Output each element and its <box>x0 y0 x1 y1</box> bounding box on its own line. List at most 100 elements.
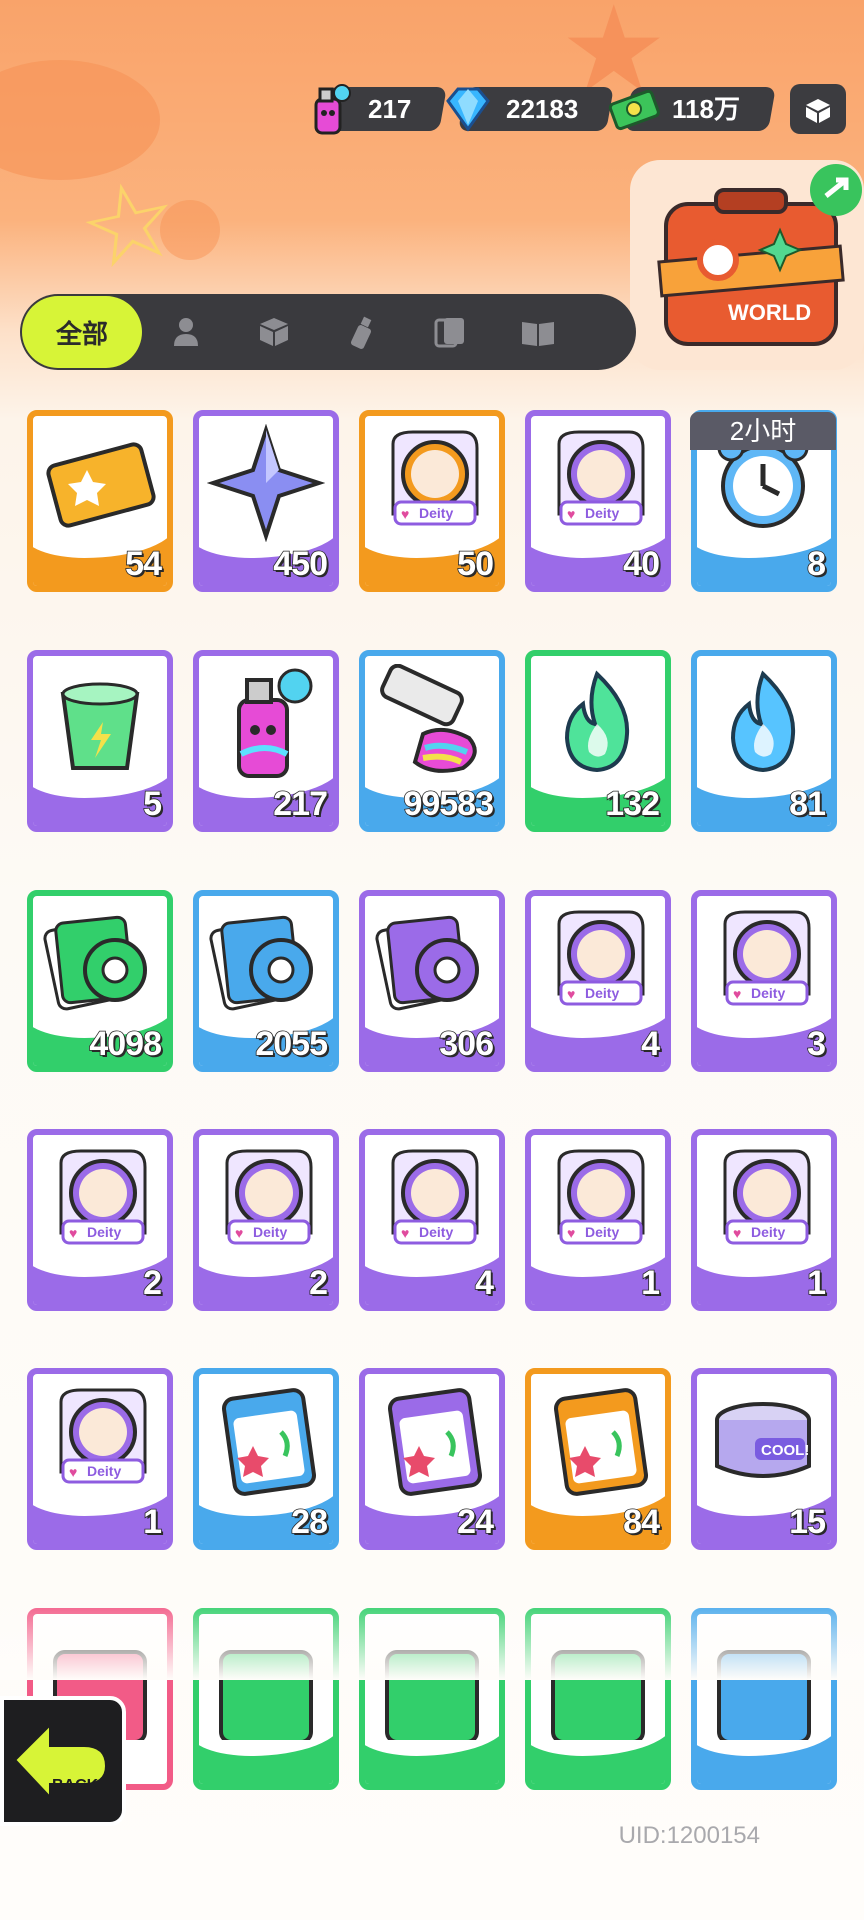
item-card-green-flame[interactable]: 132 <box>525 650 671 832</box>
svg-text:♥: ♥ <box>733 986 741 1002</box>
tape-roll-icon <box>43 915 147 1011</box>
svg-text:♥: ♥ <box>69 1225 77 1241</box>
spray-can-art <box>207 664 325 782</box>
item-card-blue-tape[interactable]: 2055 <box>193 890 339 1072</box>
deity-portrait-8-art: Deity ♥ <box>41 1382 159 1500</box>
item-quantity: 8 <box>806 544 827 584</box>
tab-all[interactable]: 全部 <box>22 296 142 368</box>
tab-books[interactable] <box>494 294 582 370</box>
item-card-deity-mystery-purple[interactable]: Deity ♥ 40 <box>525 410 671 592</box>
svg-text:♥: ♥ <box>567 986 575 1002</box>
item-card-deity-mystery-gold[interactable]: Deity ♥ 50 <box>359 410 505 592</box>
item-quantity: 99583 <box>403 784 495 824</box>
diamond-icon <box>445 87 490 132</box>
svg-text:Deity: Deity <box>751 985 785 1001</box>
item-quantity: 3 <box>806 1024 827 1064</box>
item-card-deity-portrait-3[interactable]: Deity ♥ 2 <box>27 1129 173 1311</box>
item-quantity: 1 <box>806 1263 827 1303</box>
deity-portrait-2-art: Deity ♥ <box>705 904 823 1022</box>
resource-bar: 217 22183 118万 <box>314 84 846 135</box>
back-button[interactable]: BACK <box>0 1696 126 1826</box>
item-card-deity-portrait-4[interactable]: Deity ♥ 2 <box>193 1129 339 1311</box>
item-card-spray-can[interactable]: 217 <box>193 650 339 832</box>
svg-text:Deity: Deity <box>419 1224 453 1240</box>
cash-resource[interactable]: 118万 <box>608 87 776 131</box>
item-card-paint-tube[interactable]: 99583 <box>359 650 505 832</box>
green-tape-art <box>41 904 159 1022</box>
blue-tape-art <box>207 904 325 1022</box>
item-card-sticker-pack-purple[interactable]: 24 <box>359 1368 505 1550</box>
item-card-purple-tape[interactable]: 306 <box>359 890 505 1072</box>
item-card-blue-star[interactable]: 450 <box>193 410 339 592</box>
item-quantity: 4 <box>474 1263 495 1303</box>
deity-token-icon: Deity ♥ <box>723 1149 811 1245</box>
spray-can-icon <box>314 84 352 135</box>
item-card-deity-portrait-8[interactable]: Deity ♥ 1 <box>27 1368 173 1550</box>
svg-text:♥: ♥ <box>235 1225 243 1241</box>
deity-token-icon: Deity ♥ <box>557 1149 645 1245</box>
item-card-sticker-pack-orange[interactable]: 84 <box>525 1368 671 1550</box>
tape-roll-icon <box>209 915 313 1011</box>
spray-resource[interactable]: 217 <box>314 84 448 135</box>
spray-icon <box>350 316 372 349</box>
item-quantity: 1 <box>640 1263 661 1303</box>
box-icon <box>260 318 288 346</box>
item-quantity: 132 <box>604 784 660 824</box>
crystal-star-icon <box>206 423 326 543</box>
item-card-deity-portrait-7[interactable]: Deity ♥ 1 <box>691 1129 837 1311</box>
item-quantity: 28 <box>290 1502 328 1542</box>
cash-icon <box>608 89 660 131</box>
svg-text:Deity: Deity <box>585 505 619 521</box>
item-quantity: 1 <box>142 1502 163 1542</box>
cash-amount: 118万 <box>672 94 740 124</box>
user-id: UID:1200154 <box>618 1822 760 1849</box>
category-tabs: 全部 <box>20 294 636 370</box>
tab-spray[interactable] <box>318 294 406 370</box>
deity-mystery-gold-art: Deity ♥ <box>373 424 491 542</box>
item-card-energy-drink[interactable]: 5 <box>27 650 173 832</box>
item-card-green-tape[interactable]: 4098 <box>27 890 173 1072</box>
deity-token-icon: Deity ♥ <box>59 1388 147 1484</box>
item-quantity: 84 <box>622 1502 660 1542</box>
deity-portrait-3-art: Deity ♥ <box>41 1143 159 1261</box>
item-quantity: 306 <box>438 1024 494 1064</box>
svg-text:Deity: Deity <box>585 985 619 1001</box>
deity-token-icon: Deity ♥ <box>391 430 479 526</box>
item-card-cool-can[interactable]: COOL! 15 <box>691 1368 837 1550</box>
item-card-deity-portrait-2[interactable]: Deity ♥ 3 <box>691 890 837 1072</box>
tab-items[interactable] <box>230 294 318 370</box>
svg-text:♥: ♥ <box>401 1225 409 1241</box>
item-quantity: 2055 <box>255 1024 329 1064</box>
sticker-pack-purple-art <box>373 1382 491 1500</box>
star-decoration: ☆ <box>68 154 191 295</box>
sticker-pack-icon <box>554 1388 648 1496</box>
spray-amount: 217 <box>368 94 412 124</box>
purple-tape-art <box>373 904 491 1022</box>
diamond-resource[interactable]: 22183 <box>445 87 614 132</box>
back-label: BACK <box>52 1777 99 1794</box>
deity-mystery-purple-art: Deity ♥ <box>539 424 657 542</box>
deity-portrait-7-art: Deity ♥ <box>705 1143 823 1261</box>
svg-text:♥: ♥ <box>567 1225 575 1241</box>
tab-characters[interactable] <box>142 294 230 370</box>
event-label: WORLD <box>728 300 811 325</box>
deity-token-icon: Deity ♥ <box>723 910 811 1006</box>
item-card-deity-portrait-6[interactable]: Deity ♥ 1 <box>525 1129 671 1311</box>
item-card-sticker-pack-blue[interactable]: 28 <box>193 1368 339 1550</box>
svg-text:COOL!: COOL! <box>761 1442 809 1459</box>
cool-can-icon: COOL! <box>715 1402 811 1478</box>
svg-text:♥: ♥ <box>69 1464 77 1480</box>
deity-portrait-5-art: Deity ♥ <box>373 1143 491 1261</box>
item-card-blue-flame[interactable]: 81 <box>691 650 837 832</box>
item-quantity: 40 <box>622 544 660 584</box>
item-quantity: 2 <box>308 1263 329 1303</box>
deity-token-icon: Deity ♥ <box>557 430 645 526</box>
event-banner[interactable]: WORLD <box>630 160 864 370</box>
item-card-deity-portrait-1[interactable]: Deity ♥ 4 <box>525 890 671 1072</box>
gift-box-button[interactable] <box>790 84 846 134</box>
tab-cards[interactable] <box>406 294 494 370</box>
item-card-deity-portrait-5[interactable]: Deity ♥ 4 <box>359 1129 505 1311</box>
item-quantity: 81 <box>788 784 826 824</box>
sticker-pack-blue-art <box>207 1382 325 1500</box>
item-card-ticket[interactable]: 54 <box>27 410 173 592</box>
